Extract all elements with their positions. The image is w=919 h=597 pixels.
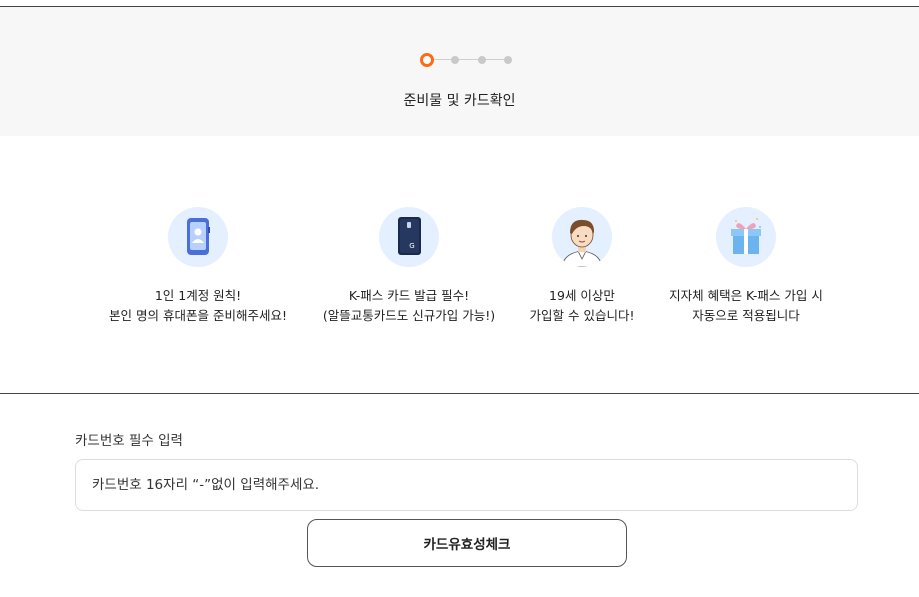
step-indicator xyxy=(420,53,516,67)
card-validity-check-button[interactable]: 카드유효성체크 xyxy=(307,519,627,567)
card-number-input[interactable] xyxy=(75,459,858,511)
section-divider xyxy=(0,393,919,394)
person-avatar-icon xyxy=(552,207,612,267)
feature-line-1: 지자체 혜택은 K-패스 가입 시 xyxy=(669,288,823,303)
step-dot-2 xyxy=(451,56,459,64)
phone-user-icon xyxy=(168,207,228,267)
step-dot-1-active xyxy=(420,53,434,67)
feature-line-2: 본인 명의 휴대폰을 준비해주세요! xyxy=(109,308,287,323)
step-dot-3 xyxy=(478,56,486,64)
step-dot-4 xyxy=(504,56,512,64)
feature-local-benefit: 지자체 혜택은 K-패스 가입 시 자동으로 적용됩니다 xyxy=(626,207,866,326)
feature-one-account: 1인 1계정 원칙! 본인 명의 휴대폰을 준비해주세요! xyxy=(78,207,318,326)
step-header: 준비물 및 카드확인 xyxy=(0,7,919,136)
step-connector-line xyxy=(428,59,510,60)
transit-card-icon: G xyxy=(379,207,439,267)
card-number-label: 카드번호 필수 입력 xyxy=(75,433,183,449)
svg-text:G: G xyxy=(409,242,414,250)
feature-line-2: 자동으로 적용됩니다 xyxy=(692,308,800,323)
step-title: 준비물 및 카드확인 xyxy=(403,93,516,109)
gift-box-icon xyxy=(716,207,776,267)
feature-line-1: 1인 1계정 원칙! xyxy=(154,288,242,303)
